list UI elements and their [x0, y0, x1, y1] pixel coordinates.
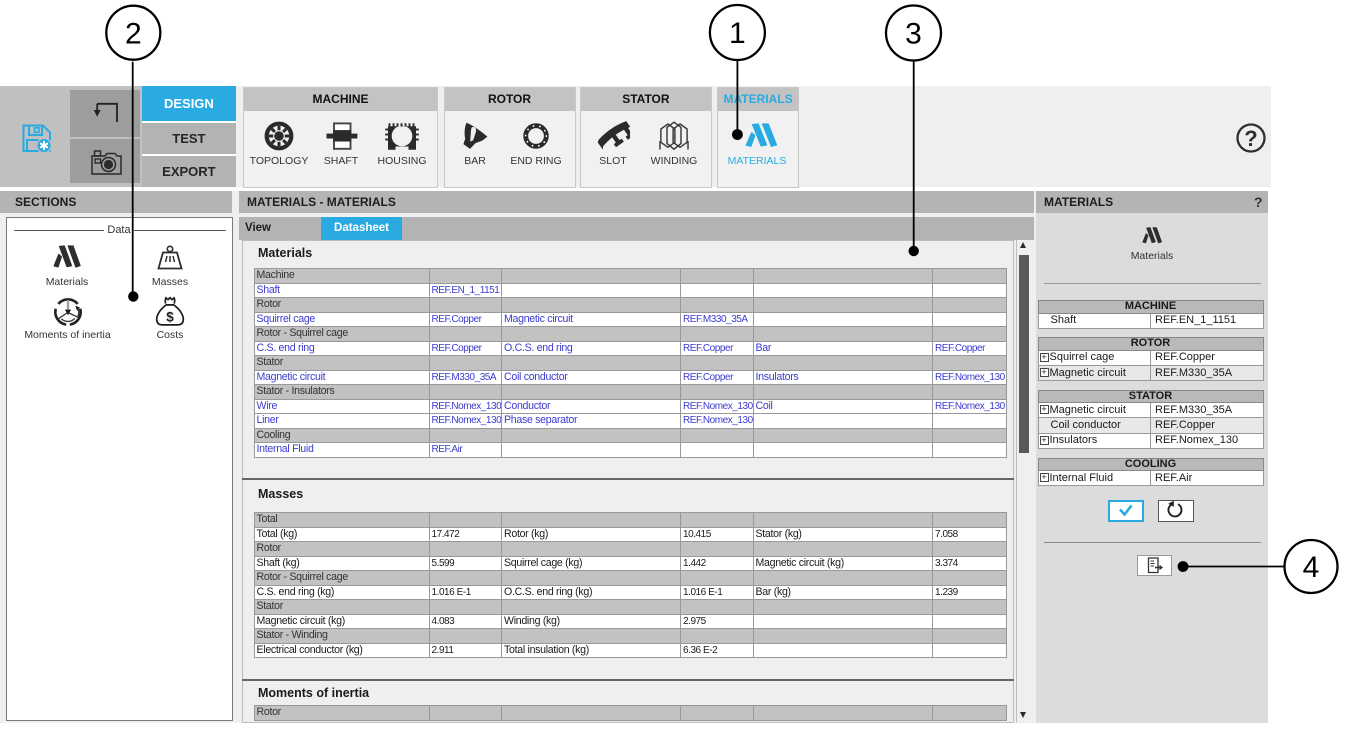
svg-text:3: 3 [905, 18, 922, 51]
svg-text:2: 2 [125, 17, 142, 50]
svg-text:4: 4 [1303, 551, 1320, 584]
svg-text:?: ? [1244, 126, 1257, 151]
svg-text:1: 1 [729, 17, 746, 50]
svg-text:$: $ [166, 309, 174, 324]
